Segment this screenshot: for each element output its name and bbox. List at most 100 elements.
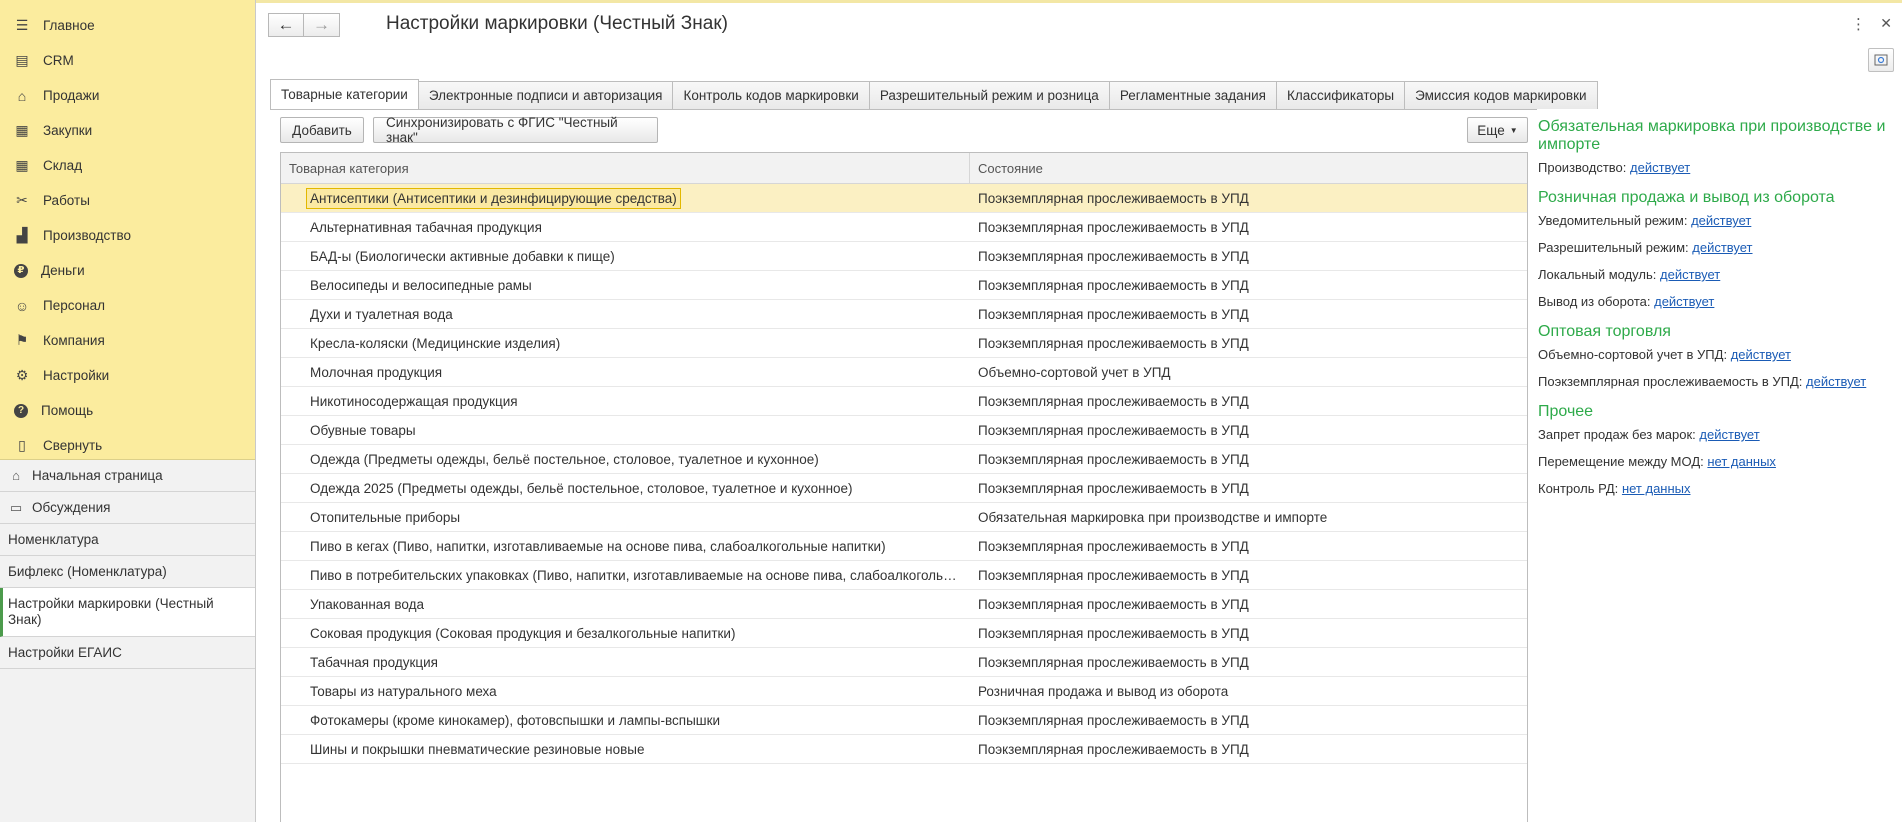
info-line-label: Производство: (1538, 160, 1627, 175)
tab-2[interactable]: Контроль кодов маркировки (672, 81, 870, 109)
open-window-5[interactable]: Настройки ЕГАИС (0, 637, 255, 669)
sidebar-section-8[interactable]: ☺ Персонал (0, 288, 255, 323)
basket-icon: ⌂ (17, 87, 27, 104)
gear-icon: ⚙ (15, 367, 29, 383)
tab-6[interactable]: Эмиссия кодов маркировки (1404, 81, 1598, 109)
sidebar-section-4[interactable]: ▦ Склад (0, 148, 255, 183)
table-row[interactable]: Велосипеды и велосипедные рамы Поэкземпля… (281, 271, 1527, 300)
category-cell: Кресла-коляски (Медицинские изделия) (281, 329, 970, 357)
category-name: Фотокамеры (кроме кинокамер), фотовспышк… (310, 712, 721, 728)
status-link[interactable]: действует (1691, 213, 1751, 228)
column-header-state[interactable]: Состояние (970, 153, 1527, 183)
category-name: Табачная продукция (310, 654, 438, 670)
categories-table[interactable]: Товарная категория Состояние Антисептики… (280, 152, 1528, 822)
table-row[interactable]: Кресла-коляски (Медицинские изделия) Поэк… (281, 329, 1527, 358)
sidebar-section-2[interactable]: ⌂ Продажи (0, 78, 255, 113)
category-name: Соковая продукция (Соковая продукция и б… (310, 625, 736, 641)
tab-3[interactable]: Разрешительный режим и розница (868, 81, 1110, 109)
status-link[interactable]: нет данных (1622, 481, 1691, 496)
warehouse-icon: ▦ (15, 157, 29, 173)
category-cell: Одежда 2025 (Предметы одежды, бельё пост… (281, 474, 970, 502)
status-link[interactable]: нет данных (1707, 454, 1776, 469)
status-link[interactable]: действует (1806, 374, 1866, 389)
status-link[interactable]: действует (1630, 160, 1690, 175)
table-row[interactable]: Пиво в потребительских упаковках (Пиво, … (281, 561, 1527, 590)
open-window-label: Начальная страница (32, 468, 163, 483)
status-link[interactable]: действует (1699, 427, 1759, 442)
tab-4[interactable]: Регламентные задания (1108, 81, 1277, 109)
sidebar-section-9[interactable]: ⚑ Компания (0, 323, 255, 358)
collapse-icon: ▯ (18, 437, 26, 453)
info-line-label: Поэкземплярная прослеживаемость в УПД: (1538, 374, 1803, 389)
more-menu-icon[interactable]: ⋮ (1851, 15, 1866, 33)
table-row[interactable]: Упакованная вода Поэкземплярная прослежив… (281, 590, 1527, 619)
tab-1[interactable]: Электронные подписи и авторизация (417, 81, 674, 109)
sidebar-section-6[interactable]: ▟ Производство (0, 218, 255, 253)
status-link[interactable]: действует (1692, 240, 1752, 255)
sidebar-section-12[interactable]: ▯ Свернуть (0, 428, 255, 463)
sidebar-section-label: CRM (43, 53, 74, 68)
open-window-0[interactable]: ⌂ Начальная страница (0, 460, 255, 492)
sync-button[interactable]: Синхронизировать с ФГИС "Честный знак" (373, 115, 658, 145)
sidebar-section-10[interactable]: ⚙ Настройки (0, 358, 255, 393)
table-row[interactable]: Обувные товары Поэкземплярная прослеживае… (281, 416, 1527, 445)
category-cell: Велосипеды и велосипедные рамы (281, 271, 970, 299)
status-link[interactable]: действует (1654, 294, 1714, 309)
table-row[interactable]: Духи и туалетная вода Поэкземплярная прос… (281, 300, 1527, 329)
add-button[interactable]: Добавить (280, 117, 364, 143)
sidebar-section-1[interactable]: ▤ CRM (0, 43, 255, 78)
table-row[interactable]: Отопительные приборы Обязательная маркиро… (281, 503, 1527, 532)
category-cell: Отопительные приборы (281, 503, 970, 531)
info-line-label: Объемно-сортовой учет в УПД: (1538, 347, 1728, 362)
category-cell: Антисептики (Антисептики и дезинфицирующ… (281, 184, 970, 212)
open-window-3[interactable]: Бифлекс (Номенклатура) (0, 556, 255, 588)
info-line: Запрет продаж без марок: действует (1538, 427, 1890, 454)
more-button-label: Еще (1477, 122, 1505, 138)
sidebar-section-label: Работы (43, 193, 90, 208)
state-cell: Поэкземплярная прослеживаемость в УПД (978, 741, 1249, 757)
category-cell: Упакованная вода (281, 590, 970, 618)
report-settings-button[interactable] (1868, 48, 1894, 72)
info-line: Контроль РД: нет данных (1538, 481, 1890, 508)
table-row[interactable]: Товары из натурального меха Розничная про… (281, 677, 1527, 706)
status-link[interactable]: действует (1660, 267, 1720, 282)
category-name: Духи и туалетная вода (310, 306, 453, 322)
tab-0[interactable]: Товарные категории (270, 79, 419, 109)
close-icon[interactable]: ✕ (1880, 15, 1892, 32)
open-window-1[interactable]: ▭ Обсуждения (0, 492, 255, 524)
sidebar-section-label: Настройки (43, 368, 110, 383)
back-button[interactable]: ← (268, 13, 304, 37)
table-row[interactable]: Альтернативная табачная продукция Поэкзем… (281, 213, 1527, 242)
table-row[interactable]: Фотокамеры (кроме кинокамер), фотовспышк… (281, 706, 1527, 735)
table-row[interactable]: Шины и покрышки пневматические резиновые… (281, 735, 1527, 764)
info-line: Перемещение между МОД: нет данных (1538, 454, 1890, 481)
table-row[interactable]: БАД-ы (Биологически активные добавки к п… (281, 242, 1527, 271)
table-row[interactable]: Табачная продукция Поэкземплярная прослеж… (281, 648, 1527, 677)
tab-5[interactable]: Классификаторы (1275, 81, 1406, 109)
sidebar-section-5[interactable]: ✂ Работы (0, 183, 255, 218)
sidebar-section-3[interactable]: ▦ Закупки (0, 113, 255, 148)
sidebar-section-11[interactable]: ? Помощь (0, 393, 255, 428)
open-window-2[interactable]: Номенклатура (0, 524, 255, 556)
state-cell: Поэкземплярная прослеживаемость в УПД (978, 712, 1249, 728)
column-header-category[interactable]: Товарная категория (281, 153, 970, 183)
category-name: Одежда 2025 (Предметы одежды, бельё пост… (310, 480, 853, 496)
table-row[interactable]: Пиво в кегах (Пиво, напитки, изготавлива… (281, 532, 1527, 561)
info-group-heading: Обязательная маркировка при производстве… (1538, 118, 1886, 153)
status-link[interactable]: действует (1731, 347, 1791, 362)
category-cell: Товары из натурального меха (281, 677, 970, 705)
forward-button[interactable]: → (304, 13, 340, 37)
table-row[interactable]: Молочная продукция Объемно-сортовой учет … (281, 358, 1527, 387)
sidebar-section-0[interactable]: ☰ Главное (0, 8, 255, 43)
more-button[interactable]: Еще ▼ (1467, 117, 1528, 143)
open-window-4[interactable]: Настройки маркировки (Честный Знак) (0, 588, 255, 637)
table-row[interactable]: Антисептики (Антисептики и дезинфицирующ… (281, 184, 1527, 213)
table-row[interactable]: Соковая продукция (Соковая продукция и б… (281, 619, 1527, 648)
report-icon (1874, 54, 1888, 66)
table-row[interactable]: Никотиносодержащая продукция Поэкземплярн… (281, 387, 1527, 416)
sidebar-section-label: Персонал (43, 298, 105, 313)
table-row[interactable]: Одежда (Предметы одежды, бельё постельно… (281, 445, 1527, 474)
marking-status-panel: Обязательная маркировка при производстве… (1538, 116, 1890, 508)
sidebar-section-7[interactable]: ₽ Деньги (0, 253, 255, 288)
table-row[interactable]: Одежда 2025 (Предметы одежды, бельё пост… (281, 474, 1527, 503)
